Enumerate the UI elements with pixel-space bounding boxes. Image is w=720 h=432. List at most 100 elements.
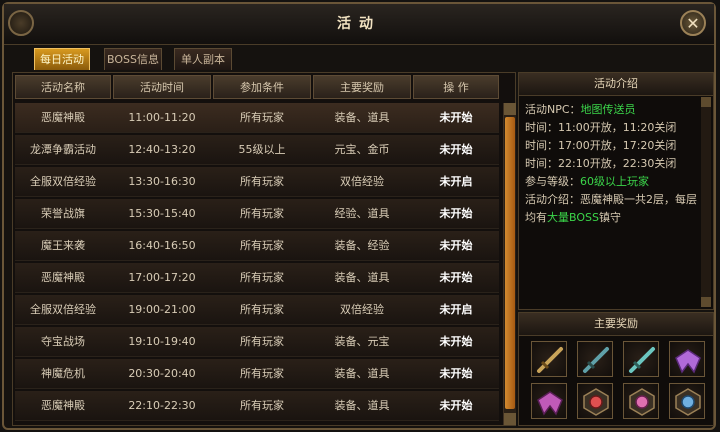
desc-part-a: 均有 — [525, 211, 547, 224]
cell-name: 龙潭争霸活动 — [30, 143, 96, 156]
cell-action[interactable]: 未开始 — [413, 263, 499, 293]
cell-time: 16:40-16:50 — [128, 239, 196, 252]
intro-scroll-down-icon[interactable] — [701, 297, 711, 307]
intro-desc-1: 活动介绍：恶魔神殿一共2层，每层 — [525, 193, 697, 206]
table-scrollbar[interactable] — [503, 103, 516, 425]
col-header-name: 活动名称 — [15, 75, 111, 99]
window-frame: 活动 ✕ 每日活动 BOSS信息 单人副本 活动名称 活动时间 参加条件 主要奖… — [2, 2, 716, 430]
activity-intro-panel: 活动介绍 活动NPC：地图传送员 时间：11:00开放，11:20关闭 时间：1… — [518, 72, 714, 310]
table-row[interactable]: 神魔危机 20:30-20:40 所有玩家 装备、道具 未开始 — [15, 359, 499, 389]
cell-time: 13:30-16:30 — [128, 175, 196, 188]
cell-reward: 装备、道具 — [334, 367, 390, 380]
reward-slot[interactable] — [531, 341, 567, 377]
reward-slot[interactable] — [577, 383, 613, 419]
cell-time: 12:40-13:20 — [128, 143, 196, 156]
cell-condition: 所有玩家 — [240, 239, 284, 252]
title-bar: 活动 ✕ — [4, 4, 714, 45]
intro-level: 参与等级：60级以上玩家 — [525, 175, 649, 189]
cell-name: 恶魔神殿 — [41, 271, 85, 284]
cell-reward: 双倍经验 — [340, 303, 384, 316]
rewards-panel: 主要奖励 — [518, 312, 714, 426]
cell-time: 11:00-11:20 — [128, 111, 196, 124]
col-header-time: 活动时间 — [113, 75, 211, 99]
cell-condition: 所有玩家 — [240, 399, 284, 412]
intro-title: 活动介绍 — [519, 73, 713, 96]
cell-name: 神魔危机 — [41, 367, 85, 380]
cell-time: 17:00-17:20 — [128, 271, 196, 284]
desc-highlight: 大量BOSS — [547, 211, 599, 224]
cell-name: 夺宝战场 — [41, 335, 85, 348]
window-title: 活动 — [337, 16, 381, 32]
cell-action[interactable]: 未开始 — [413, 359, 499, 389]
cell-condition: 所有玩家 — [240, 335, 284, 348]
table-row[interactable]: 全服双倍经验 13:30-16:30 所有玩家 双倍经验 未开启 — [15, 167, 499, 197]
cell-reward: 双倍经验 — [340, 175, 384, 188]
cell-action[interactable]: 未开始 — [413, 391, 499, 421]
reward-slot[interactable] — [623, 341, 659, 377]
cell-action[interactable]: 未开始 — [413, 135, 499, 165]
table-row[interactable]: 恶魔神殿 11:00-11:20 所有玩家 装备、道具 未开始 — [15, 103, 499, 133]
rewards-title: 主要奖励 — [519, 313, 713, 336]
reward-slot[interactable] — [623, 383, 659, 419]
col-header-reward: 主要奖励 — [313, 75, 411, 99]
reward-slot[interactable] — [669, 341, 705, 377]
cell-condition: 所有玩家 — [240, 271, 284, 284]
desc-part-c: 镇守 — [598, 211, 621, 224]
cell-time: 19:00-21:00 — [128, 303, 196, 316]
cell-reward: 元宝、金币 — [334, 143, 390, 156]
reward-slot[interactable] — [531, 383, 567, 419]
cell-action[interactable]: 未开始 — [413, 103, 499, 133]
intro-time-1: 时间：11:00开放，11:20关闭 — [525, 121, 677, 134]
intro-time-2: 时间：17:00开放，17:20关闭 — [525, 139, 677, 152]
intro-scroll-up-icon[interactable] — [701, 97, 711, 107]
tab-solo-dungeon[interactable]: 单人副本 — [174, 48, 232, 70]
cell-action[interactable]: 未开始 — [413, 199, 499, 229]
activity-window: 活动 ✕ 每日活动 BOSS信息 单人副本 活动名称 活动时间 参加条件 主要奖… — [0, 0, 720, 432]
cell-action[interactable]: 未开启 — [413, 167, 499, 197]
cell-action[interactable]: 未开启 — [413, 295, 499, 325]
cell-reward: 装备、道具 — [334, 399, 390, 412]
cell-condition: 所有玩家 — [240, 207, 284, 220]
scroll-up-icon[interactable] — [504, 103, 516, 115]
cell-name: 全服双倍经验 — [30, 175, 96, 188]
cell-reward: 装备、道具 — [334, 111, 390, 124]
cell-name: 全服双倍经验 — [30, 303, 96, 316]
cell-action[interactable]: 未开始 — [413, 327, 499, 357]
table-row[interactable]: 恶魔神殿 17:00-17:20 所有玩家 装备、道具 未开始 — [15, 263, 499, 293]
table-row[interactable]: 全服双倍经验 19:00-21:00 所有玩家 双倍经验 未开启 — [15, 295, 499, 325]
cell-name: 魔王来袭 — [41, 239, 85, 252]
table-row[interactable]: 魔王来袭 16:40-16:50 所有玩家 装备、经验 未开始 — [15, 231, 499, 261]
cell-time: 22:10-22:30 — [128, 399, 196, 412]
cell-action[interactable]: 未开始 — [413, 231, 499, 261]
table-row[interactable]: 夺宝战场 19:10-19:40 所有玩家 装备、元宝 未开始 — [15, 327, 499, 357]
intro-desc-2: 均有大量BOSS镇守 — [525, 211, 621, 225]
cell-name: 荣誉战旗 — [41, 207, 85, 220]
col-header-condition: 参加条件 — [213, 75, 311, 99]
activity-table: 活动名称 活动时间 参加条件 主要奖励 操 作 恶魔神殿 11:00-11:20 所… — [12, 72, 516, 426]
npc-link[interactable]: 地图传送员 — [581, 103, 636, 116]
cell-reward: 装备、经验 — [334, 239, 390, 252]
table-row[interactable]: 恶魔神殿 22:10-22:30 所有玩家 装备、道具 未开始 — [15, 391, 499, 421]
tab-boss[interactable]: BOSS信息 — [104, 48, 162, 70]
cell-reward: 装备、道具 — [334, 271, 390, 284]
intro-scrollbar[interactable] — [701, 97, 711, 307]
intro-time-3: 时间：22:10开放，22:30关闭 — [525, 157, 677, 170]
cell-reward: 装备、元宝 — [334, 335, 390, 348]
cell-reward: 经验、道具 — [334, 207, 390, 220]
intro-npc: 活动NPC：地图传送员 — [525, 103, 636, 117]
cell-condition: 所有玩家 — [240, 367, 284, 380]
cell-time: 15:30-15:40 — [128, 207, 196, 220]
scroll-down-icon[interactable] — [504, 413, 516, 425]
level-label: 参与等级： — [525, 175, 580, 188]
reward-slot[interactable] — [669, 383, 705, 419]
cell-condition: 所有玩家 — [240, 303, 284, 316]
table-row[interactable]: 龙潭争霸活动 12:40-13:20 55级以上 元宝、金币 未开始 — [15, 135, 499, 165]
reward-slot[interactable] — [577, 341, 613, 377]
close-button[interactable]: ✕ — [680, 10, 706, 36]
tab-daily[interactable]: 每日活动 — [34, 48, 90, 70]
cell-condition: 所有玩家 — [240, 175, 284, 188]
table-row[interactable]: 荣誉战旗 15:30-15:40 所有玩家 经验、道具 未开始 — [15, 199, 499, 229]
level-value: 60级以上玩家 — [580, 175, 649, 188]
scroll-thumb[interactable] — [505, 117, 515, 409]
npc-label: 活动NPC： — [525, 103, 581, 116]
